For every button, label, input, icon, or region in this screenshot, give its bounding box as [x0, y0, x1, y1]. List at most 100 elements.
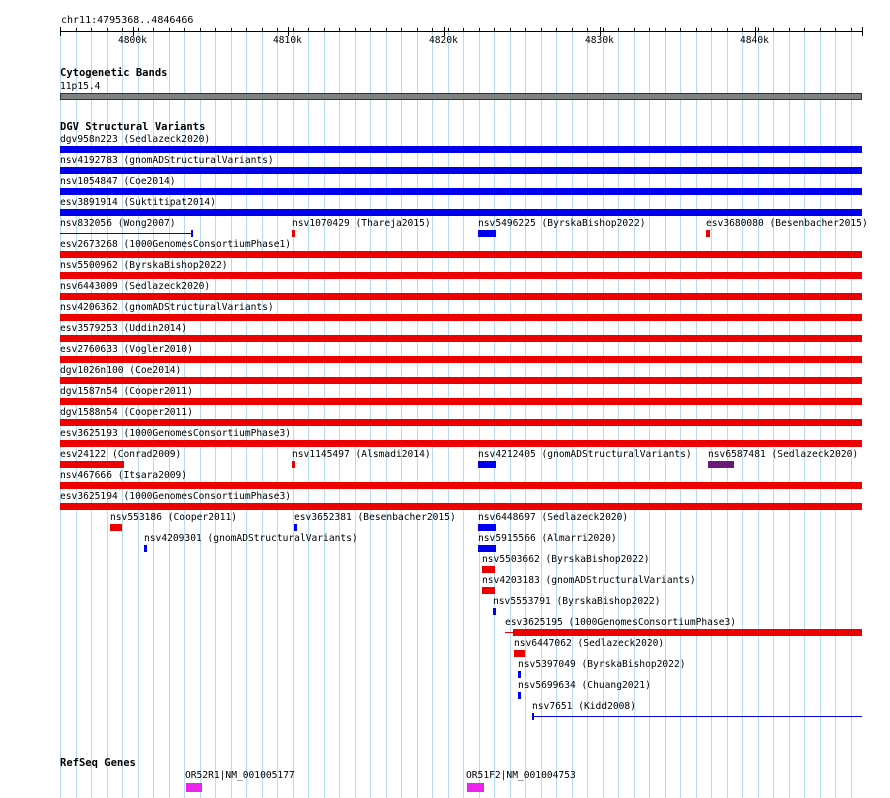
dgv-feature-label[interactable]: esv3891914 (Suktitipat2014)	[60, 197, 216, 208]
dgv-feature-bar[interactable]	[708, 461, 734, 468]
dgv-feature-bar[interactable]	[478, 461, 496, 468]
dgv-feature-bar[interactable]	[60, 335, 862, 342]
genome-browser-view: chr11:4795368..4846466 4800k 4810k 4820k 48…	[0, 0, 890, 798]
dgv-feature-label[interactable]: nsv6448697 (Sedlazeck2020)	[478, 512, 628, 523]
dgv-feature-bar[interactable]	[60, 251, 862, 258]
ruler-minor-tick	[649, 28, 650, 32]
grid-line	[773, 27, 774, 798]
dgv-feature-bar[interactable]	[60, 188, 862, 195]
dgv-feature-bar[interactable]	[518, 671, 521, 678]
dgv-feature-label[interactable]: nsv1145497 (Alsmadi2014)	[292, 449, 431, 460]
dgv-feature-bar[interactable]	[513, 629, 862, 636]
grid-line	[804, 27, 805, 798]
refseq-gene-label[interactable]: OR52R1|NM_001005177	[185, 770, 295, 781]
dgv-feature-bar[interactable]	[60, 146, 862, 153]
grid-line	[355, 27, 356, 798]
dgv-feature-label[interactable]: nsv4192783 (gnomADStructuralVariants)	[60, 155, 274, 166]
ruler-minor-tick	[634, 28, 635, 32]
ruler-minor-tick	[153, 28, 154, 32]
dgv-feature-label[interactable]: esv2673268 (1000GenomesConsortiumPhase1)	[60, 239, 291, 250]
dgv-feature-label[interactable]: nsv553186 (Cooper2011)	[110, 512, 237, 523]
ruler-minor-tick	[556, 28, 557, 32]
dgv-feature-bar[interactable]	[478, 545, 496, 552]
grid-line	[835, 27, 836, 798]
dgv-feature-bar[interactable]	[60, 503, 862, 510]
dgv-feature-bar[interactable]	[110, 524, 122, 531]
dgv-feature-bar[interactable]	[60, 233, 192, 234]
dgv-feature-label[interactable]: nsv832056 (Wong2007)	[60, 218, 176, 229]
dgv-feature-label[interactable]: nsv5496225 (ByrskaBishop2022)	[478, 218, 646, 229]
ruler-minor-tick	[448, 28, 449, 32]
dgv-feature-label[interactable]: nsv5915566 (Almarri2020)	[478, 533, 617, 544]
dgv-feature-bar[interactable]	[60, 209, 862, 216]
ruler-minor-tick	[277, 28, 278, 32]
dgv-feature-bar[interactable]	[493, 608, 496, 615]
dgv-feature-bar[interactable]	[292, 461, 295, 468]
refseq-gene-bar[interactable]	[186, 783, 202, 792]
ruler-minor-tick	[107, 28, 108, 32]
dgv-feature-label[interactable]: nsv1054847 (Coe2014)	[60, 176, 176, 187]
dgv-feature-label[interactable]: dgv1587n54 (Cooper2011)	[60, 386, 193, 397]
dgv-feature-bar[interactable]	[478, 524, 496, 531]
dgv-feature-bar[interactable]	[60, 398, 862, 405]
dgv-feature-label[interactable]: esv3625195 (1000GenomesConsortiumPhase3)	[505, 617, 736, 628]
dgv-feature-bar[interactable]	[482, 566, 495, 573]
dgv-feature-label[interactable]: nsv5503662 (ByrskaBishop2022)	[482, 554, 650, 565]
dgv-feature-bar[interactable]	[60, 461, 124, 468]
dgv-feature-label[interactable]: nsv5553791 (ByrskaBishop2022)	[493, 596, 661, 607]
dgv-feature-label[interactable]: esv24122 (Conrad2009)	[60, 449, 181, 460]
ruler-minor-tick	[665, 28, 666, 32]
dgv-feature-bar[interactable]	[478, 230, 496, 237]
dgv-feature-label[interactable]: esv3625193 (1000GenomesConsortiumPhase3)	[60, 428, 291, 439]
dgv-feature-bar[interactable]	[60, 377, 862, 384]
dgv-feature-label[interactable]: nsv467666 (Itsara2009)	[60, 470, 187, 481]
ruler-minor-tick	[401, 28, 402, 32]
grid-line	[370, 27, 371, 798]
dgv-feature-bar[interactable]	[60, 293, 862, 300]
dgv-feature-label[interactable]: dgv958n223 (Sedlazeck2020)	[60, 134, 210, 145]
dgv-feature-bar[interactable]	[60, 482, 862, 489]
dgv-feature-label[interactable]: dgv1026n100 (Coe2014)	[60, 365, 181, 376]
dgv-feature-bar[interactable]	[60, 440, 862, 447]
dgv-feature-bar[interactable]	[482, 587, 495, 594]
refseq-gene-label[interactable]: OR51F2|NM_001004753	[466, 770, 576, 781]
cytoband-label[interactable]: 11p15.4	[60, 81, 100, 92]
dgv-feature-label[interactable]: nsv4209301 (gnomADStructuralVariants)	[144, 533, 358, 544]
cytoband-bar[interactable]	[60, 93, 862, 100]
dgv-feature-bar[interactable]	[706, 230, 710, 237]
refseq-gene-bar[interactable]	[467, 783, 484, 792]
dgv-feature-label[interactable]: nsv7651 (Kidd2008)	[532, 701, 636, 712]
dgv-feature-bar[interactable]	[60, 314, 862, 321]
dgv-feature-label[interactable]: nsv4212405 (gnomADStructuralVariants)	[478, 449, 692, 460]
dgv-feature-label[interactable]: nsv1070429 (Thareja2015)	[292, 218, 431, 229]
dgv-feature-label[interactable]: esv3680080 (Besenbacher2015)	[706, 218, 868, 229]
dgv-feature-bar[interactable]	[514, 650, 525, 657]
dgv-feature-bar[interactable]	[532, 716, 862, 717]
dgv-feature-label[interactable]: esv3579253 (Uddin2014)	[60, 323, 187, 334]
ruler-minor-tick	[820, 28, 821, 32]
dgv-feature-bar[interactable]	[60, 419, 862, 426]
dgv-feature-label[interactable]: nsv5500962 (ByrskaBishop2022)	[60, 260, 228, 271]
dgv-feature-label[interactable]: nsv6447062 (Sedlazeck2020)	[514, 638, 664, 649]
dgv-feature-label[interactable]: nsv5699634 (Chuang2021)	[518, 680, 651, 691]
dgv-feature-bar[interactable]	[60, 272, 862, 279]
dgv-feature-label[interactable]: nsv5397049 (ByrskaBishop2022)	[518, 659, 686, 670]
dgv-feature-bar[interactable]	[60, 356, 862, 363]
dgv-feature-bar[interactable]	[294, 524, 297, 531]
dgv-feature-bar[interactable]	[292, 230, 295, 237]
dgv-feature-label[interactable]: esv3652381 (Besenbacher2015)	[294, 512, 456, 523]
dgv-feature-bar[interactable]	[144, 545, 147, 552]
dgv-feature-label[interactable]: nsv4206362 (gnomADStructuralVariants)	[60, 302, 274, 313]
dgv-feature-label[interactable]: nsv4203183 (gnomADStructuralVariants)	[482, 575, 696, 586]
dgv-feature-label[interactable]: esv3625194 (1000GenomesConsortiumPhase3)	[60, 491, 291, 502]
ruler-minor-tick	[122, 28, 123, 32]
ruler-minor-tick	[773, 28, 774, 32]
dgv-feature-label[interactable]: dgv1588n54 (Cooper2011)	[60, 407, 193, 418]
dgv-feature-label[interactable]: nsv6443009 (Sedlazeck2020)	[60, 281, 210, 292]
dgv-feature-bar[interactable]	[518, 692, 521, 699]
ruler-minor-tick	[355, 28, 356, 32]
dgv-feature-label[interactable]: esv2760633 (Vogler2010)	[60, 344, 193, 355]
dgv-feature-bar[interactable]	[60, 167, 862, 174]
ruler-minor-tick	[603, 28, 604, 32]
dgv-feature-label[interactable]: nsv6587481 (Sedlazeck2020)	[708, 449, 858, 460]
